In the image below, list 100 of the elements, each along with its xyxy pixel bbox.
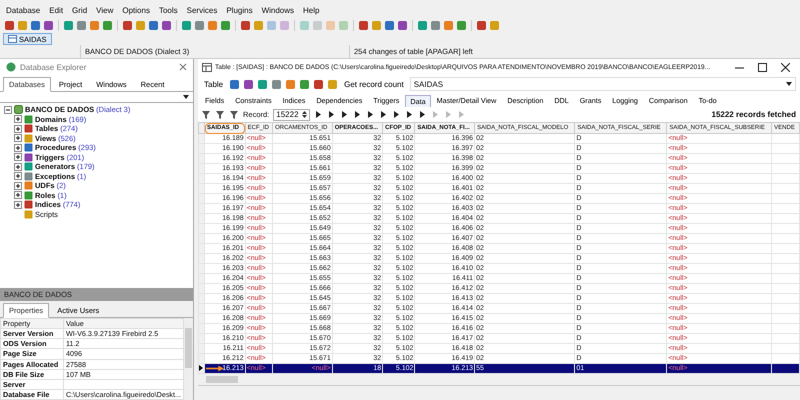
menu-item[interactable]: Grid: [72, 6, 88, 15]
node-icon: [24, 124, 33, 134]
table-cell: [772, 284, 800, 294]
table-cell: [772, 134, 800, 144]
tool-icon[interactable]: [76, 20, 87, 30]
records-fetched: 15222 records fetched: [712, 110, 797, 119]
tool-icon[interactable]: [397, 20, 408, 30]
menu-item[interactable]: Database: [6, 6, 40, 15]
expand-icon[interactable]: [14, 124, 22, 133]
table-cell: [772, 204, 800, 214]
tool-icon[interactable]: [417, 20, 428, 30]
table-cell: [772, 164, 800, 174]
spinner-icon[interactable]: [302, 110, 307, 119]
tool-icon[interactable]: [476, 20, 487, 30]
table-cell: [772, 324, 800, 334]
table-cell: [772, 184, 800, 194]
expand-icon[interactable]: [14, 172, 22, 180]
tool-icon[interactable]: [194, 20, 205, 30]
tool-icon[interactable]: [240, 20, 251, 30]
menu-item[interactable]: Plugins: [226, 6, 253, 15]
node-icon: [24, 181, 33, 190]
node-icon: [24, 152, 33, 162]
node-icon: [24, 114, 33, 124]
table-cell: [772, 334, 800, 344]
menu-item[interactable]: Edit: [49, 6, 64, 15]
get-record-count-button[interactable]: Get record count: [341, 80, 407, 88]
tool-icon[interactable]: [122, 20, 133, 30]
table-cell: [772, 294, 800, 304]
maximize-icon[interactable]: [758, 63, 767, 72]
tool-icon[interactable]: [148, 20, 159, 30]
table-cell: [772, 254, 800, 264]
record-number-field[interactable]: 15222: [273, 108, 310, 120]
menu-item[interactable]: Options: [122, 6, 150, 15]
table-cell: [772, 224, 800, 234]
tool-icon[interactable]: [271, 78, 282, 90]
expand-icon[interactable]: [14, 162, 22, 171]
tool-icon[interactable]: [243, 78, 254, 90]
tool-icon[interactable]: [257, 78, 268, 90]
expand-icon[interactable]: [14, 153, 22, 162]
tool-icon[interactable]: [89, 20, 100, 30]
tool-icon[interactable]: [299, 78, 310, 90]
caret-icon: [786, 82, 792, 86]
expand-icon[interactable]: [14, 115, 22, 124]
tool-icon[interactable]: [43, 20, 54, 30]
node-icon: [24, 134, 33, 143]
tool-icon[interactable]: [285, 78, 296, 90]
node-icon: [24, 162, 33, 172]
tool-icon[interactable]: [229, 78, 240, 90]
caret-icon: [183, 95, 189, 99]
table-cell: [772, 344, 800, 354]
table-cell: [772, 234, 800, 244]
database-icon: [6, 62, 16, 72]
menu-item[interactable]: Tools: [158, 6, 178, 15]
tool-icon[interactable]: [181, 20, 192, 30]
table-name-field[interactable]: SAIDAS: [410, 77, 796, 91]
node-icon: [24, 190, 33, 200]
tool-icon[interactable]: [430, 20, 441, 30]
menu-item[interactable]: Help: [303, 6, 320, 15]
tool-icon[interactable]: [313, 78, 324, 90]
node-icon: [24, 210, 33, 219]
menu-item[interactable]: View: [96, 6, 114, 15]
table-menu-button[interactable]: Table: [201, 80, 226, 88]
tool-icon[interactable]: [358, 20, 369, 30]
expand-icon[interactable]: [14, 200, 22, 209]
expand-icon[interactable]: [14, 134, 22, 142]
expand-icon[interactable]: [14, 182, 22, 190]
tool-icon[interactable]: [102, 20, 113, 30]
tool-icon[interactable]: [443, 20, 454, 30]
tool-icon[interactable]: [63, 20, 74, 30]
tool-icon[interactable]: [161, 20, 172, 30]
database-icon: [14, 105, 23, 114]
node-icon: [24, 172, 33, 181]
expand-icon[interactable]: [14, 191, 22, 200]
tool-icon[interactable]: [207, 20, 218, 30]
table-cell: [772, 154, 800, 164]
table-cell: [772, 174, 800, 184]
menu-item[interactable]: Windows: [262, 6, 294, 15]
scrollbar[interactable]: [184, 318, 193, 400]
close-icon[interactable]: [781, 63, 790, 72]
tool-icon[interactable]: [456, 20, 467, 30]
tool-icon[interactable]: [4, 20, 15, 30]
expand-icon[interactable]: [14, 144, 22, 152]
table-cell: [772, 144, 800, 154]
table-cell: [772, 314, 800, 324]
menu-item[interactable]: Services: [186, 6, 218, 15]
table-cell: [772, 214, 800, 224]
table-cell: [772, 244, 800, 254]
node-icon: [24, 143, 33, 152]
table-cell: [772, 304, 800, 314]
tool-icon[interactable]: [30, 20, 41, 30]
table-cell: [772, 274, 800, 284]
table-icon: [8, 35, 17, 43]
tool-icon[interactable]: [220, 20, 231, 30]
horizontal-scrollbar[interactable]: [198, 373, 800, 385]
table-icon: [202, 63, 212, 72]
table-cell: [772, 194, 800, 204]
collapse-icon[interactable]: [4, 106, 12, 114]
panel-title: Database Explorer: [20, 62, 88, 72]
tool-icon[interactable]: [384, 20, 395, 30]
table-cell: [772, 264, 800, 274]
